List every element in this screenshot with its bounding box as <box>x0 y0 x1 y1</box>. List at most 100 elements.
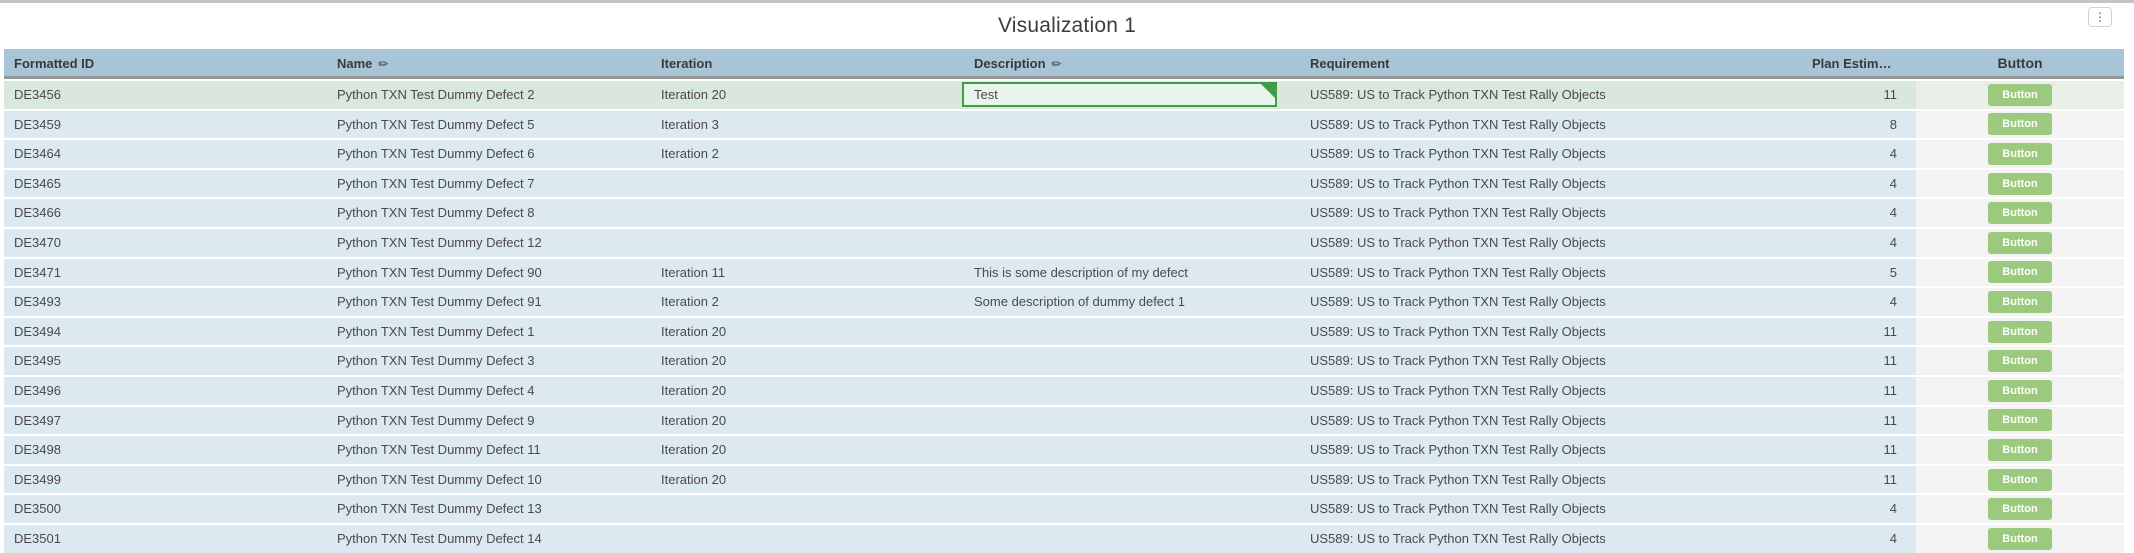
row-action-button[interactable]: Button <box>1988 232 2052 254</box>
row-action-button[interactable]: Button <box>1988 498 2052 520</box>
row-cell-formatted-id: DE3495 <box>4 347 330 375</box>
row-action-button[interactable]: Button <box>1988 261 2052 283</box>
row-cell-requirement: US589: US to Track Python TXN Test Rally… <box>1300 199 1812 227</box>
column-header-iteration[interactable]: Iteration <box>655 49 960 76</box>
row-action-button[interactable]: Button <box>1988 291 2052 313</box>
row-cell-name: Python TXN Test Dummy Defect 6 <box>330 140 655 168</box>
table-row[interactable]: DE3496Python TXN Test Dummy Defect 4Iter… <box>4 377 2124 405</box>
table-row[interactable]: DE3493Python TXN Test Dummy Defect 91Ite… <box>4 288 2124 316</box>
row-cell-description <box>960 436 1300 464</box>
row-cell-iteration: Iteration 11 <box>655 259 960 287</box>
table-row[interactable]: DE3495Python TXN Test Dummy Defect 3Iter… <box>4 347 2124 375</box>
row-cell-name: Python TXN Test Dummy Defect 2 <box>330 81 655 109</box>
table-row[interactable]: DE3494Python TXN Test Dummy Defect 1Iter… <box>4 318 2124 346</box>
table-row[interactable]: DE3459Python TXN Test Dummy Defect 5Iter… <box>4 111 2124 139</box>
row-cell-plan-estimate: 11 <box>1812 347 1912 375</box>
table-row[interactable]: DE3466Python TXN Test Dummy Defect 8US58… <box>4 199 2124 227</box>
row-cell-plan-estimate: 11 <box>1812 81 1912 109</box>
row-cell-button: Button <box>1916 111 2124 139</box>
row-cell-button: Button <box>1916 318 2124 346</box>
row-cell-name: Python TXN Test Dummy Defect 11 <box>330 436 655 464</box>
row-cell-name: Python TXN Test Dummy Defect 9 <box>330 407 655 435</box>
row-action-button[interactable]: Button <box>1988 350 2052 372</box>
row-cell-description <box>960 525 1300 553</box>
row-cell-iteration <box>655 229 960 257</box>
row-cell-iteration: Iteration 20 <box>655 81 960 109</box>
row-action-button[interactable]: Button <box>1988 143 2052 165</box>
row-cell-requirement: US589: US to Track Python TXN Test Rally… <box>1300 288 1812 316</box>
row-cell-name: Python TXN Test Dummy Defect 3 <box>330 347 655 375</box>
kebab-menu-button[interactable]: ⋮ <box>2088 7 2112 27</box>
row-action-button[interactable]: Button <box>1988 113 2052 135</box>
row-cell-button: Button <box>1916 525 2124 553</box>
row-cell-plan-estimate: 4 <box>1812 495 1912 523</box>
row-cell-name: Python TXN Test Dummy Defect 14 <box>330 525 655 553</box>
row-cell-iteration: Iteration 20 <box>655 407 960 435</box>
row-cell-description <box>960 140 1300 168</box>
row-cell-description <box>960 111 1300 139</box>
row-action-button[interactable]: Button <box>1988 528 2052 550</box>
row-cell-name: Python TXN Test Dummy Defect 4 <box>330 377 655 405</box>
row-action-button[interactable]: Button <box>1988 439 2052 461</box>
row-cell-plan-estimate: 4 <box>1812 229 1912 257</box>
row-action-button[interactable]: Button <box>1988 173 2052 195</box>
table-row[interactable]: DE3497Python TXN Test Dummy Defect 9Iter… <box>4 407 2124 435</box>
row-cell-iteration: Iteration 20 <box>655 436 960 464</box>
table-row[interactable]: DE3499Python TXN Test Dummy Defect 10Ite… <box>4 466 2124 494</box>
table-row[interactable]: DE3501Python TXN Test Dummy Defect 14US5… <box>4 525 2124 553</box>
column-header-requirement[interactable]: Requirement <box>1300 49 1812 76</box>
row-cell-description <box>960 377 1300 405</box>
row-cell-plan-estimate: 4 <box>1812 525 1912 553</box>
page-title: Visualization 1 <box>998 14 1136 38</box>
row-cell-description <box>960 229 1300 257</box>
column-header-label: Description <box>974 56 1046 71</box>
title-bar: Visualization 1 ⋮ <box>0 3 2134 49</box>
row-cell-button: Button <box>1916 436 2124 464</box>
edit-pencil-icon: ✏ <box>1052 57 1062 71</box>
row-action-button[interactable]: Button <box>1988 409 2052 431</box>
row-cell-name: Python TXN Test Dummy Defect 12 <box>330 229 655 257</box>
table-header-row: Formatted IDName✏ Iteration Description ✏ Re… <box>4 49 2124 79</box>
row-cell-description: Test <box>960 81 1300 109</box>
row-cell-plan-estimate: 5 <box>1812 259 1912 287</box>
table-row[interactable]: DE3464Python TXN Test Dummy Defect 6Iter… <box>4 140 2124 168</box>
row-action-button[interactable]: Button <box>1988 84 2052 106</box>
row-cell-button: Button <box>1916 81 2124 109</box>
row-cell-requirement: US589: US to Track Python TXN Test Rally… <box>1300 436 1812 464</box>
row-cell-requirement: US589: US to Track Python TXN Test Rally… <box>1300 229 1812 257</box>
row-action-button[interactable]: Button <box>1988 380 2052 402</box>
row-cell-iteration <box>655 170 960 198</box>
table-row[interactable]: DE3498Python TXN Test Dummy Defect 11Ite… <box>4 436 2124 464</box>
row-cell-name: Python TXN Test Dummy Defect 8 <box>330 199 655 227</box>
row-cell-name: Python TXN Test Dummy Defect 7 <box>330 170 655 198</box>
row-cell-requirement: US589: US to Track Python TXN Test Rally… <box>1300 170 1812 198</box>
row-action-button[interactable]: Button <box>1988 321 2052 343</box>
row-cell-description <box>960 495 1300 523</box>
column-header-label: Name <box>337 56 372 71</box>
row-cell-formatted-id: DE3501 <box>4 525 330 553</box>
table-row[interactable]: DE3456Python TXN Test Dummy Defect 2Iter… <box>4 81 2124 109</box>
row-cell-iteration: Iteration 3 <box>655 111 960 139</box>
row-cell-formatted-id: DE3456 <box>4 81 330 109</box>
row-cell-name: Python TXN Test Dummy Defect 1 <box>330 318 655 346</box>
row-cell-requirement: US589: US to Track Python TXN Test Rally… <box>1300 111 1812 139</box>
column-header-formatted-id[interactable]: Formatted ID <box>4 49 330 76</box>
table-row[interactable]: DE3471Python TXN Test Dummy Defect 90Ite… <box>4 259 2124 287</box>
table-row[interactable]: DE3500Python TXN Test Dummy Defect 13US5… <box>4 495 2124 523</box>
column-header-description[interactable]: Description ✏ <box>960 49 1300 76</box>
row-cell-iteration: Iteration 20 <box>655 466 960 494</box>
column-header-plan-estimate[interactable]: Plan Estimate <box>1812 49 1912 76</box>
row-cell-button: Button <box>1916 199 2124 227</box>
table-row[interactable]: DE3470Python TXN Test Dummy Defect 12US5… <box>4 229 2124 257</box>
table-body: DE3456Python TXN Test Dummy Defect 2Iter… <box>4 81 2124 553</box>
column-header-label: Iteration <box>661 56 712 71</box>
row-action-button[interactable]: Button <box>1988 202 2052 224</box>
row-action-button[interactable]: Button <box>1988 469 2052 491</box>
row-cell-button: Button <box>1916 140 2124 168</box>
description-edit-cell[interactable]: Test <box>962 82 1277 107</box>
row-cell-button: Button <box>1916 347 2124 375</box>
row-cell-button: Button <box>1916 377 2124 405</box>
row-cell-iteration: Iteration 2 <box>655 140 960 168</box>
table-row[interactable]: DE3465Python TXN Test Dummy Defect 7US58… <box>4 170 2124 198</box>
column-header-name[interactable]: Name✏ <box>330 49 655 76</box>
